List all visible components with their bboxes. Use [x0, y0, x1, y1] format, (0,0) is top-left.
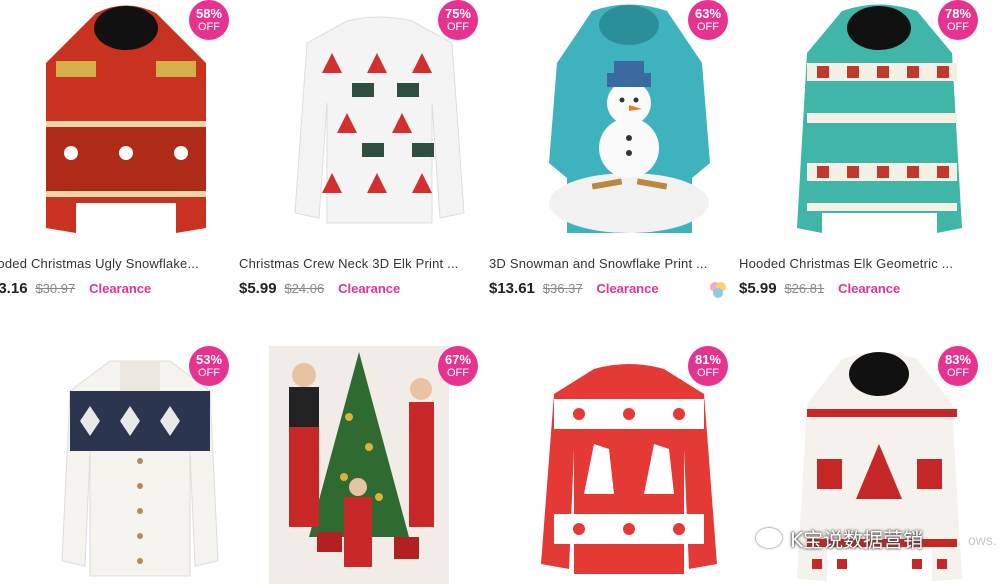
discount-percent: 58% — [195, 6, 223, 21]
original-price: $36.37 — [542, 281, 583, 296]
clearance-tag[interactable]: Clearance — [338, 281, 400, 296]
price-row: 13.16 $30.97 Clearance — [0, 280, 151, 297]
discount-off-label: OFF — [198, 21, 220, 33]
white-sweatshirt-graphic — [293, 16, 465, 223]
discount-badge: 78% OFF — [938, 0, 978, 40]
svg-text:HO·HO·HO: HO·HO·HO — [92, 202, 160, 217]
current-price: $5.99 — [739, 280, 777, 297]
white-cardigan-graphic — [61, 360, 219, 577]
current-price: 13.16 — [0, 280, 28, 297]
teal-elk-hoodie-graphic — [796, 4, 962, 233]
discount-off-label: OFF — [947, 367, 969, 379]
current-price: $13.61 — [489, 280, 535, 297]
discount-badge: 58% OFF — [189, 0, 229, 40]
color-options-icon[interactable] — [708, 280, 728, 300]
price-row: $13.61 $36.37 Clearance — [489, 280, 659, 297]
original-price: $30.97 — [35, 281, 76, 296]
discount-off-label: OFF — [697, 367, 719, 379]
clearance-tag[interactable]: Clearance — [89, 281, 151, 296]
product-grid: HO·HO·HO 58% OFF ooded Christmas Ugly Sn… — [0, 0, 1003, 584]
discount-badge: 67% OFF — [438, 346, 478, 386]
discount-badge: 53% OFF — [189, 346, 229, 386]
product-title[interactable]: ooded Christmas Ugly Snowflake... — [0, 256, 220, 271]
original-price: $24.06 — [284, 281, 325, 296]
discount-off-label: OFF — [447, 21, 469, 33]
product-title[interactable]: Hooded Christmas Elk Geometric ... — [739, 256, 969, 271]
discount-badge: 63% OFF — [688, 0, 728, 40]
discount-off-label: OFF — [447, 367, 469, 379]
watermark-trailing-text: ows. — [968, 532, 997, 548]
product-image[interactable] — [269, 346, 449, 584]
price-row: $5.99 $26.81 Clearance — [739, 280, 900, 297]
family-pajamas-graphic — [289, 352, 434, 567]
product-title[interactable]: Christmas Crew Neck 3D Elk Print ... — [239, 256, 469, 271]
discount-badge: 83% OFF — [938, 346, 978, 386]
original-price: $26.81 — [784, 281, 825, 296]
price-row: $5.99 $24.06 Clearance — [239, 280, 400, 297]
teal-snowman-hoodie-graphic — [548, 4, 710, 233]
product-title[interactable]: 3D Snowman and Snowflake Print ... — [489, 256, 719, 271]
discount-percent: 67% — [444, 352, 472, 367]
discount-percent: 83% — [944, 352, 972, 367]
discount-percent: 78% — [944, 6, 972, 21]
clearance-tag[interactable]: Clearance — [838, 281, 900, 296]
red-reindeer-sweater-graphic — [541, 363, 717, 574]
watermark-text: K宝说数据营销 — [790, 528, 924, 552]
discount-percent: 63% — [694, 6, 722, 21]
discount-percent: 53% — [195, 352, 223, 367]
current-price: $5.99 — [239, 280, 277, 297]
discount-off-label: OFF — [198, 367, 220, 379]
discount-percent: 81% — [694, 352, 722, 367]
discount-badge: 75% OFF — [438, 0, 478, 40]
clearance-tag[interactable]: Clearance — [596, 281, 658, 296]
discount-off-label: OFF — [697, 21, 719, 33]
discount-percent: 75% — [444, 6, 472, 21]
red-hoodie-graphic: HO·HO·HO — [46, 5, 206, 233]
discount-badge: 81% OFF — [688, 346, 728, 386]
discount-off-label: OFF — [947, 21, 969, 33]
